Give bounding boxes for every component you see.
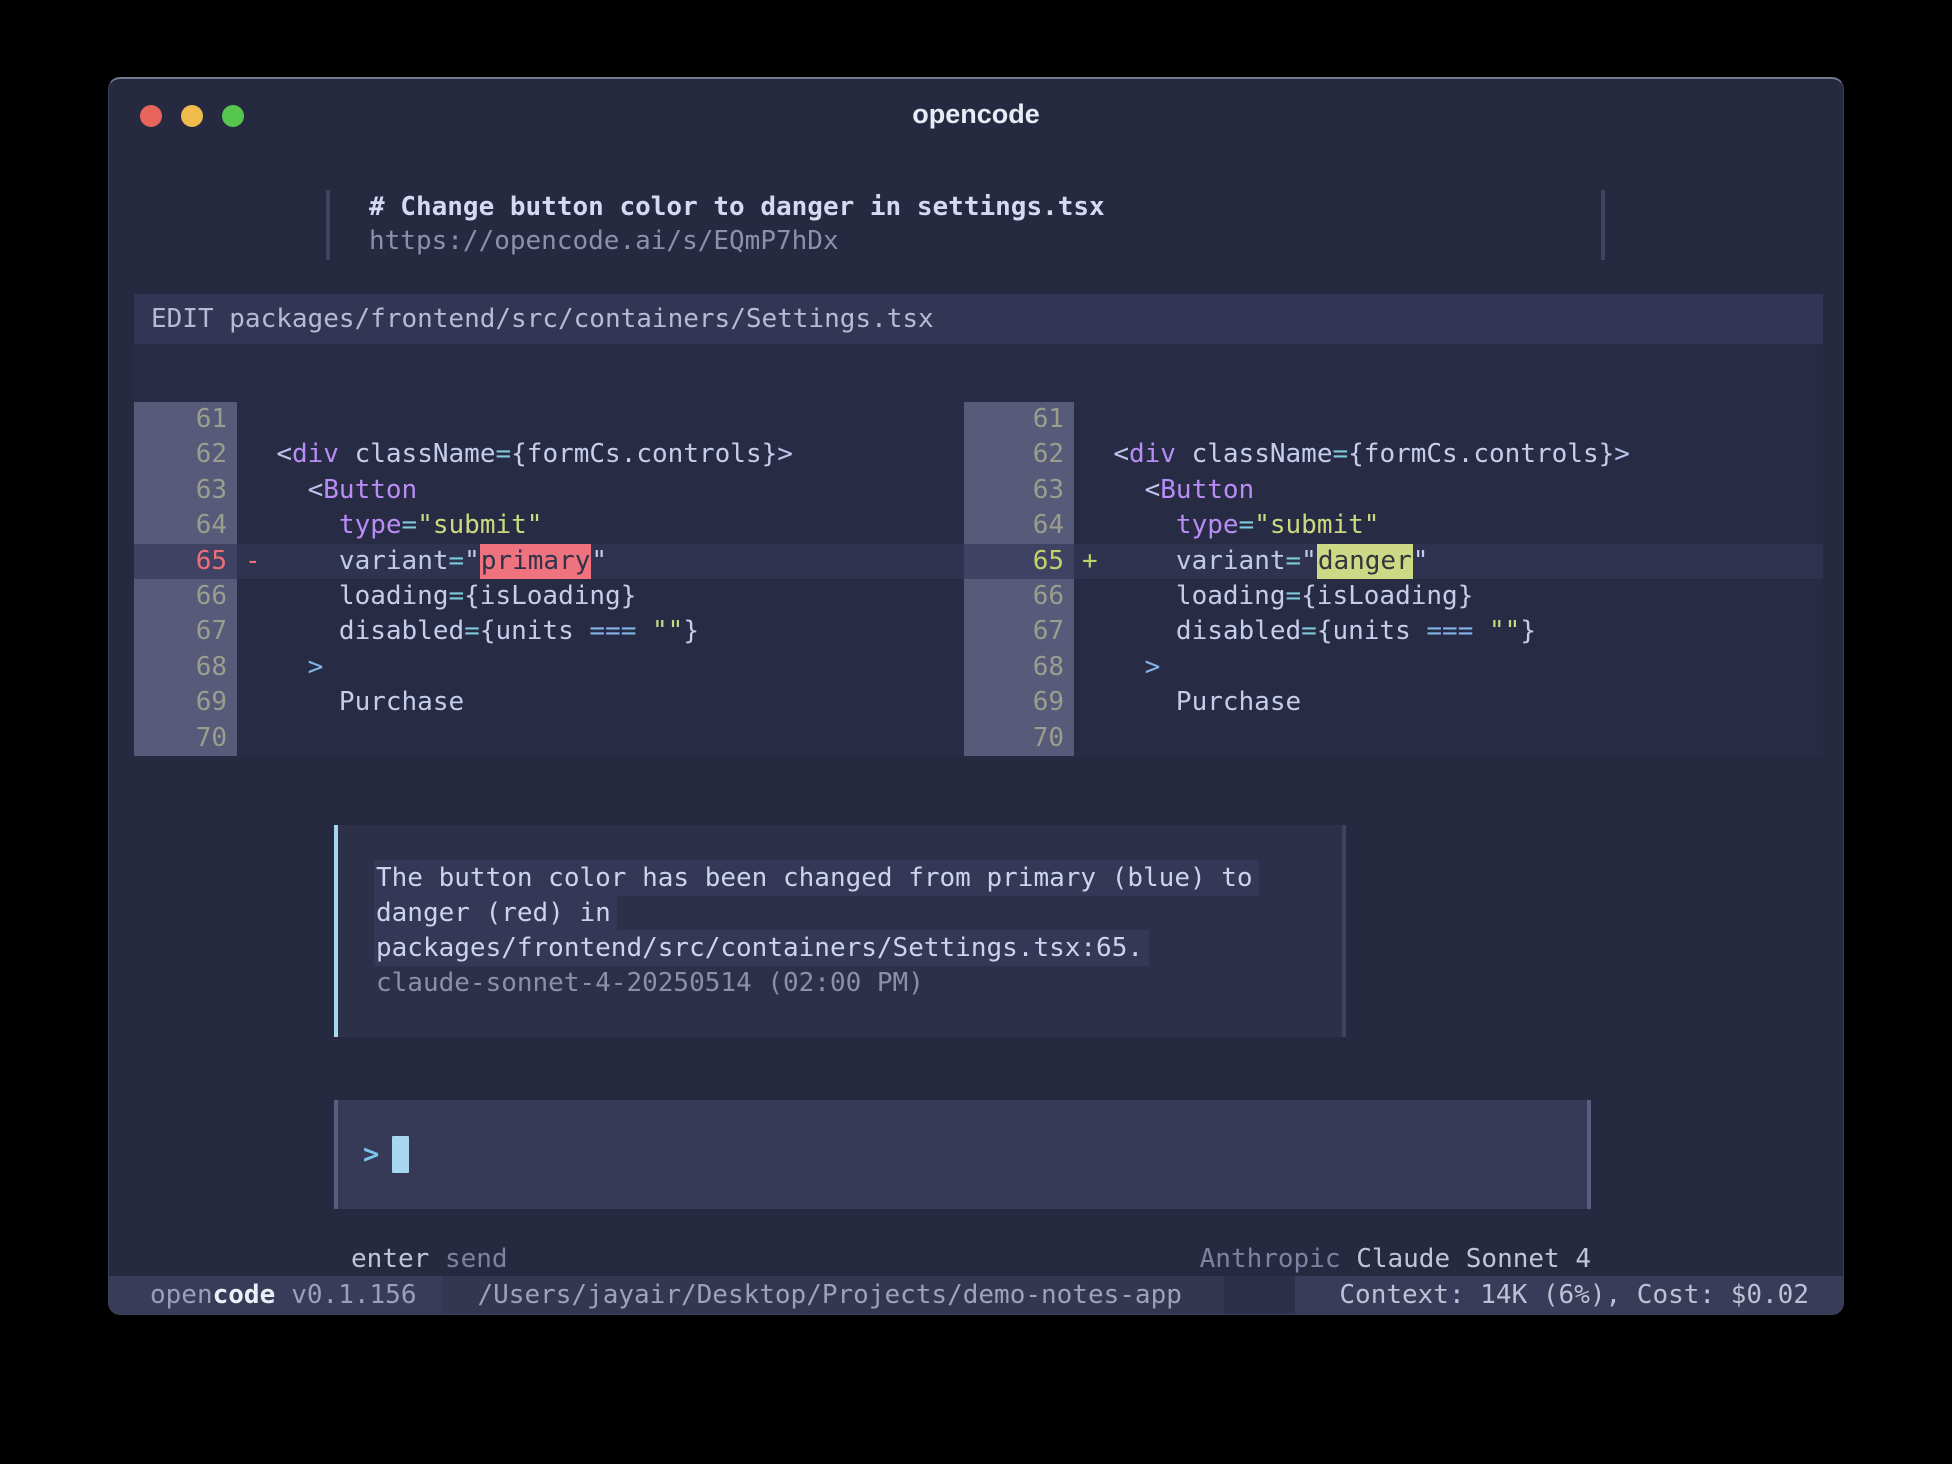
code-line: loading={isLoading} [1074, 579, 1823, 614]
line-number: 69 [134, 685, 237, 720]
reply-text-line: danger (red) in [376, 896, 1312, 931]
app-name-open: open [150, 1280, 213, 1310]
user-message: # Change button color to danger in setti… [326, 190, 1605, 260]
code-line: <div className={formCs.controls}> [237, 437, 964, 472]
code-row: 69 Purchase [964, 685, 1823, 720]
line-number: 64 [134, 508, 237, 543]
reply-text-line: packages/frontend/src/containers/Setting… [376, 931, 1312, 966]
message-accent-bar-left [326, 190, 330, 260]
assistant-reply: The button color has been changed from p… [334, 825, 1346, 1037]
message-accent-bar-right [1601, 190, 1605, 260]
model-hint: Anthropic Claude Sonnet 4 [1200, 1242, 1591, 1276]
edit-label: EDIT [151, 304, 214, 334]
reply-text-line: The button color has been changed from p… [376, 861, 1312, 896]
line-number: 70 [964, 721, 1074, 756]
edit-file-path: packages/frontend/src/containers/Setting… [229, 304, 933, 334]
code-row: 67 disabled={units === ""} [964, 614, 1823, 649]
code-line: Purchase [1074, 685, 1823, 720]
message-title: # Change button color to danger in setti… [369, 190, 1105, 224]
status-bar: opencode v0.1.156 /Users/jayair/Desktop/P… [109, 1276, 1843, 1314]
line-number: 70 [134, 721, 237, 756]
code-line: > [1074, 650, 1823, 685]
line-number: 68 [964, 650, 1074, 685]
line-number: 61 [134, 402, 237, 437]
code-line: type="submit" [1074, 508, 1823, 543]
code-row: 66 loading={isLoading} [134, 579, 964, 614]
code-row: 62 <div className={formCs.controls}> [964, 437, 1823, 472]
prompt-chevron-icon: > [363, 1139, 379, 1170]
line-number: 63 [964, 473, 1074, 508]
app-name-version: opencode v0.1.156 [109, 1276, 442, 1314]
provider-label: Anthropic [1200, 1244, 1341, 1274]
code-row: 63 <Button [134, 473, 964, 508]
status-bar-spacer [1224, 1276, 1296, 1314]
line-number: 62 [964, 437, 1074, 472]
text-cursor [392, 1136, 409, 1173]
model-label: Claude Sonnet 4 [1356, 1244, 1591, 1274]
edit-header: EDIT packages/frontend/src/containers/Se… [134, 294, 1823, 344]
code-row: 70 [134, 721, 964, 756]
code-row: 63 <Button [964, 473, 1823, 508]
code-row: 67 disabled={units === ""} [134, 614, 964, 649]
deletion-marker: - [245, 546, 261, 576]
code-row: 68 > [134, 650, 964, 685]
line-number: 67 [964, 614, 1074, 649]
code-row: 66 loading={isLoading} [964, 579, 1823, 614]
context-cost-stats: Context: 14K (6%), Cost: $0.02 [1295, 1276, 1843, 1314]
code-line: + variant="danger" [1074, 544, 1823, 579]
code-row: 69 Purchase [134, 685, 964, 720]
code-row: 61 [964, 402, 1823, 437]
hints-row: enter send Anthropic Claude Sonnet 4 [351, 1242, 1591, 1276]
code-line: loading={isLoading} [237, 579, 964, 614]
code-row: 64 type="submit" [964, 508, 1823, 543]
code-row: 68 > [964, 650, 1823, 685]
code-line [1074, 721, 1823, 756]
hint-enter-action: send [445, 1244, 508, 1274]
code-line: <div className={formCs.controls}> [1074, 437, 1823, 472]
code-line: Purchase [237, 685, 964, 720]
reply-model-meta: claude-sonnet-4-20250514 (02:00 PM) [376, 966, 1312, 1001]
line-number: 65 [964, 544, 1074, 579]
code-line: <Button [237, 473, 964, 508]
line-number: 66 [964, 579, 1074, 614]
line-number: 65 [134, 544, 237, 579]
window-title: opencode [109, 99, 1843, 130]
diff-rows: 6162 <div className={formCs.controls}>63… [134, 402, 1823, 756]
addition-marker: + [1082, 546, 1098, 576]
code-line [1074, 402, 1823, 437]
line-number: 67 [134, 614, 237, 649]
diff-left-pane: 6162 <div className={formCs.controls}>63… [134, 402, 964, 756]
code-line: disabled={units === ""} [1074, 614, 1823, 649]
diff-right-pane: 6162 <div className={formCs.controls}>63… [964, 402, 1823, 756]
opencode-window: opencode # Change button color to danger… [108, 77, 1844, 1315]
code-line: <Button [1074, 473, 1823, 508]
send-hint: enter send [351, 1242, 508, 1276]
prompt-input[interactable]: > [334, 1100, 1591, 1209]
hint-enter-key: enter [351, 1244, 429, 1274]
workspace-path: /Users/jayair/Desktop/Projects/demo-note… [442, 1276, 1223, 1314]
code-line: > [237, 650, 964, 685]
line-number: 63 [134, 473, 237, 508]
code-line [237, 402, 964, 437]
code-row: 64 type="submit" [134, 508, 964, 543]
line-number: 68 [134, 650, 237, 685]
code-row: 65- variant="primary" [134, 544, 964, 579]
line-number: 64 [964, 508, 1074, 543]
code-line: - variant="primary" [237, 544, 964, 579]
message-share-link[interactable]: https://opencode.ai/s/EQmP7hDx [369, 224, 839, 258]
line-number: 69 [964, 685, 1074, 720]
line-number: 62 [134, 437, 237, 472]
code-line: type="submit" [237, 508, 964, 543]
line-number: 61 [964, 402, 1074, 437]
code-line: disabled={units === ""} [237, 614, 964, 649]
app-name-code: code [213, 1280, 276, 1310]
code-row: 61 [134, 402, 964, 437]
app-version: v0.1.156 [291, 1280, 416, 1310]
code-row: 70 [964, 721, 1823, 756]
code-line [237, 721, 964, 756]
line-number: 66 [134, 579, 237, 614]
code-row: 65+ variant="danger" [964, 544, 1823, 579]
code-row: 62 <div className={formCs.controls}> [134, 437, 964, 472]
edit-diff-panel: EDIT packages/frontend/src/containers/Se… [134, 294, 1823, 757]
